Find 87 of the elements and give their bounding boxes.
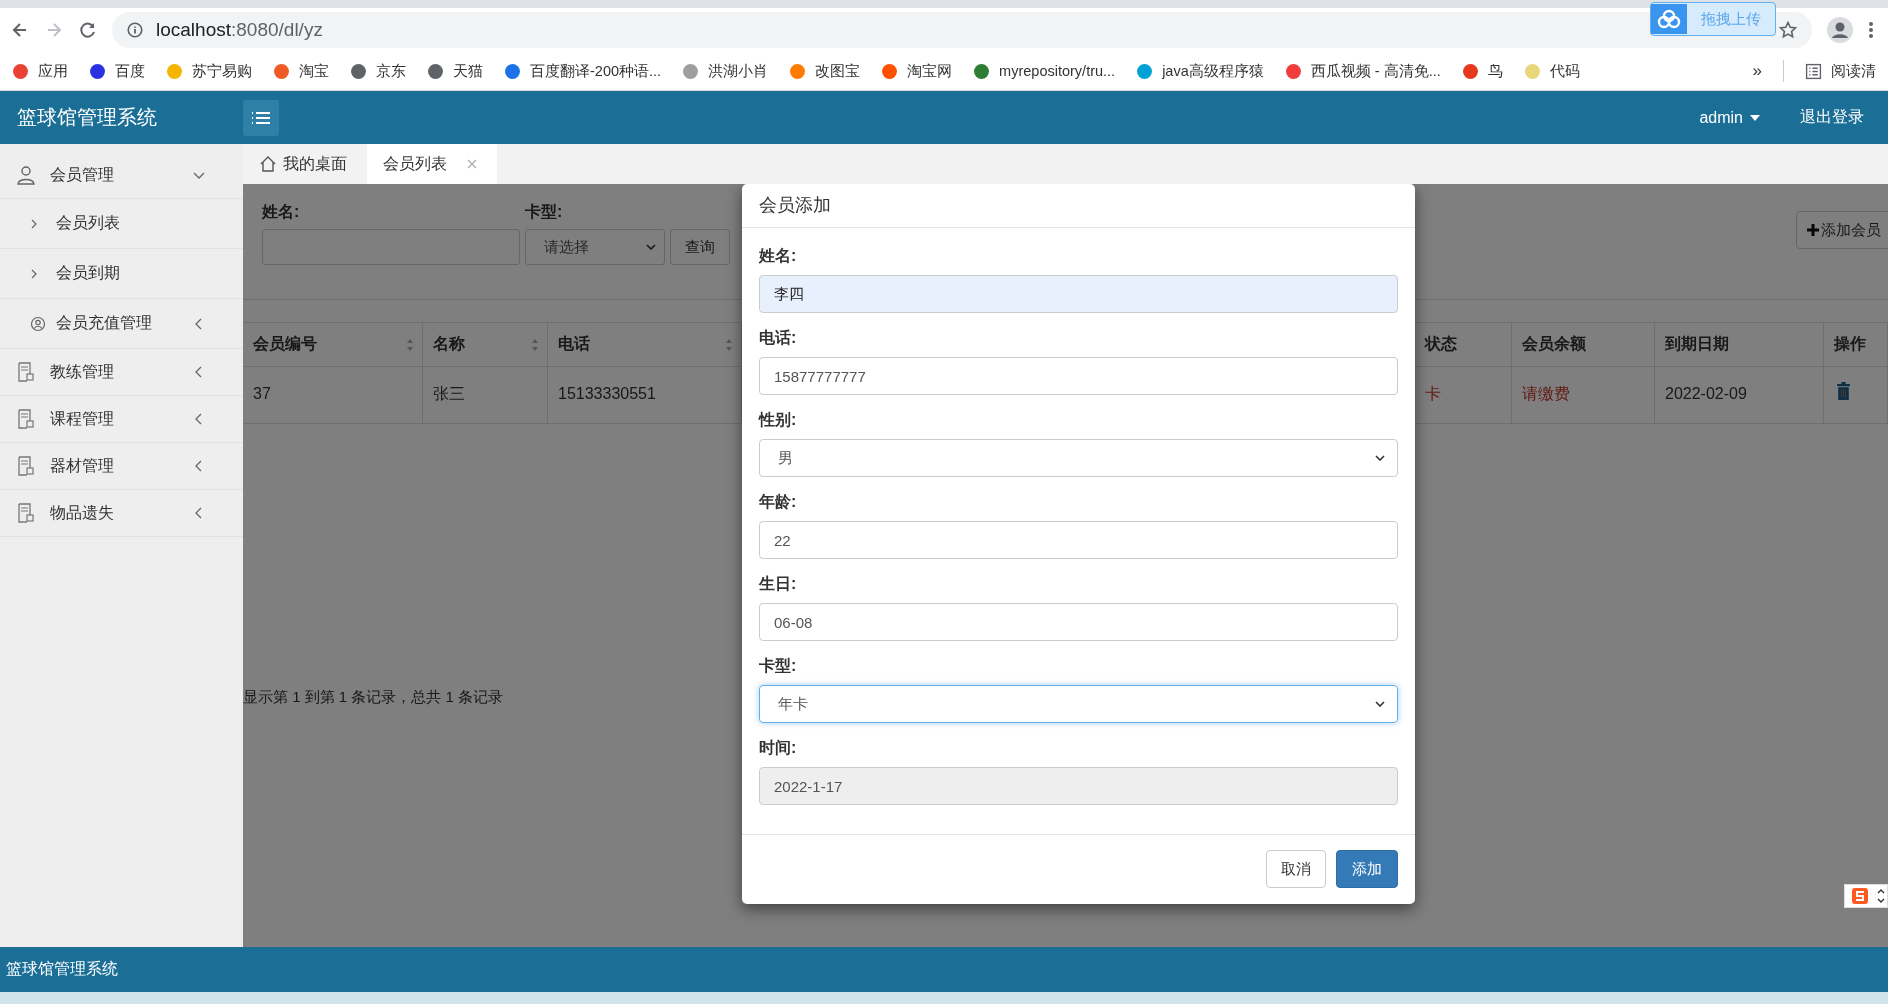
menu-icon[interactable]	[1868, 20, 1874, 40]
profile-icon[interactable]	[1826, 16, 1854, 44]
bookmark[interactable]: 天猫	[427, 61, 483, 81]
column-header[interactable]: 名称	[423, 323, 548, 366]
chevron-down-icon	[1375, 455, 1385, 461]
user-circle-icon	[30, 315, 46, 332]
query-button[interactable]: 查询	[670, 229, 730, 265]
app-title: 篮球馆管理系统	[16, 105, 158, 130]
input-field[interactable]: 15877777777	[759, 357, 1398, 395]
bookmark[interactable]: 鸟	[1461, 61, 1503, 81]
bookmark[interactable]: 洪湖小肖	[682, 61, 769, 81]
bookmark[interactable]: 淘宝网	[881, 61, 953, 81]
list-icon	[1805, 62, 1822, 80]
add-button[interactable]: 添加	[1336, 850, 1398, 888]
menu-icon	[251, 110, 271, 125]
add-member-button[interactable]: 添加会员	[1796, 211, 1888, 249]
nav-item[interactable]: 课程管理	[0, 396, 243, 443]
table-cell-text: 卡	[1425, 383, 1441, 404]
field-label: 卡型:	[525, 202, 564, 222]
bookmark[interactable]: 西瓜视频 - 高清免...	[1284, 61, 1441, 81]
user-menu[interactable]: admin	[1699, 108, 1743, 127]
reading-list[interactable]: 阅读清	[1805, 61, 1876, 81]
bookmark[interactable]: 苏宁易购	[166, 61, 252, 81]
bookmark[interactable]: 百度翻译-200种语...	[504, 61, 662, 81]
column-header[interactable]: 会员余额	[1512, 323, 1655, 366]
info-icon	[126, 21, 144, 39]
column-header[interactable]: 会员编号	[243, 323, 423, 366]
bookmark[interactable]: 应用	[12, 61, 68, 81]
card-type-select[interactable]: 请选择	[525, 229, 665, 265]
tab[interactable]: 会员列表	[367, 144, 497, 184]
home-icon	[259, 155, 277, 173]
field-label: 年龄:	[759, 492, 798, 512]
pagination-info: 显示第 1 到第 1 条记录，总共 1 条记录	[243, 688, 504, 707]
column-header[interactable]: 操作	[1824, 323, 1888, 366]
sort-icon	[725, 337, 733, 352]
footer-title: 篮球馆管理系统	[6, 959, 118, 979]
table-cell-text: 请缴费	[1522, 383, 1570, 404]
field-label: 卡型:	[759, 656, 798, 676]
chevron-icon	[30, 217, 38, 230]
sort-icon	[531, 337, 539, 352]
sort-icon	[406, 337, 414, 352]
bookmark[interactable]: 百度	[89, 61, 145, 81]
document-icon	[16, 456, 36, 476]
select-field[interactable]: 男	[759, 439, 1398, 477]
trash-icon[interactable]	[1836, 381, 1851, 401]
field-label: 电话:	[759, 328, 798, 348]
logout-link[interactable]: 退出登录	[1800, 107, 1864, 128]
nav-item[interactable]: 物品遗失	[0, 490, 243, 537]
bookmark[interactable]: 京东	[350, 61, 406, 81]
document-icon	[16, 503, 36, 523]
chevron-down-icon	[646, 244, 656, 250]
table-cell: 15133330551	[558, 385, 656, 403]
chevron-icon	[30, 267, 38, 280]
table-cell: 37	[253, 385, 271, 403]
bookmark[interactable]: 代码	[1523, 61, 1580, 81]
bookmark[interactable]: java高级程序猿	[1136, 61, 1264, 81]
field-label: 姓名:	[262, 202, 301, 222]
table-cell: 2022-02-09	[1665, 385, 1747, 403]
nav-item[interactable]: 器材管理	[0, 443, 243, 490]
column-header[interactable]: 到期日期	[1655, 323, 1824, 366]
reload-icon[interactable]	[78, 20, 98, 40]
name-search-field[interactable]	[262, 229, 520, 265]
tab[interactable]: 我的桌面	[243, 144, 367, 184]
bookmark[interactable]: myrepository/tru...	[973, 62, 1116, 80]
field-label: 生日:	[759, 574, 798, 594]
chevron-down-icon	[1375, 701, 1385, 707]
input-field[interactable]: 李四	[759, 275, 1398, 313]
input-field[interactable]: 06-08	[759, 603, 1398, 641]
field-label: 姓名:	[759, 246, 798, 266]
bookmark[interactable]: 淘宝	[273, 61, 329, 81]
field-label: 时间:	[759, 738, 798, 758]
plus-icon	[1807, 224, 1819, 236]
dialog-title: 会员添加	[759, 194, 831, 217]
bookmark[interactable]: 改图宝	[789, 61, 861, 81]
input-field[interactable]: 22	[759, 521, 1398, 559]
more-bookmarks[interactable]: »	[1752, 61, 1762, 81]
document-icon	[16, 409, 36, 429]
table-cell-text: 张三	[433, 383, 465, 404]
nav-item[interactable]: 教练管理	[0, 349, 243, 396]
person-icon	[16, 165, 36, 185]
menu-toggle-button[interactable]	[243, 99, 279, 136]
field-label: 性别:	[759, 410, 798, 430]
document-icon	[16, 362, 36, 382]
select-field[interactable]: 年卡	[759, 685, 1398, 723]
caret-icon	[1750, 114, 1760, 121]
star-icon[interactable]	[1778, 20, 1798, 40]
cancel-button[interactable]: 取消	[1266, 850, 1326, 888]
